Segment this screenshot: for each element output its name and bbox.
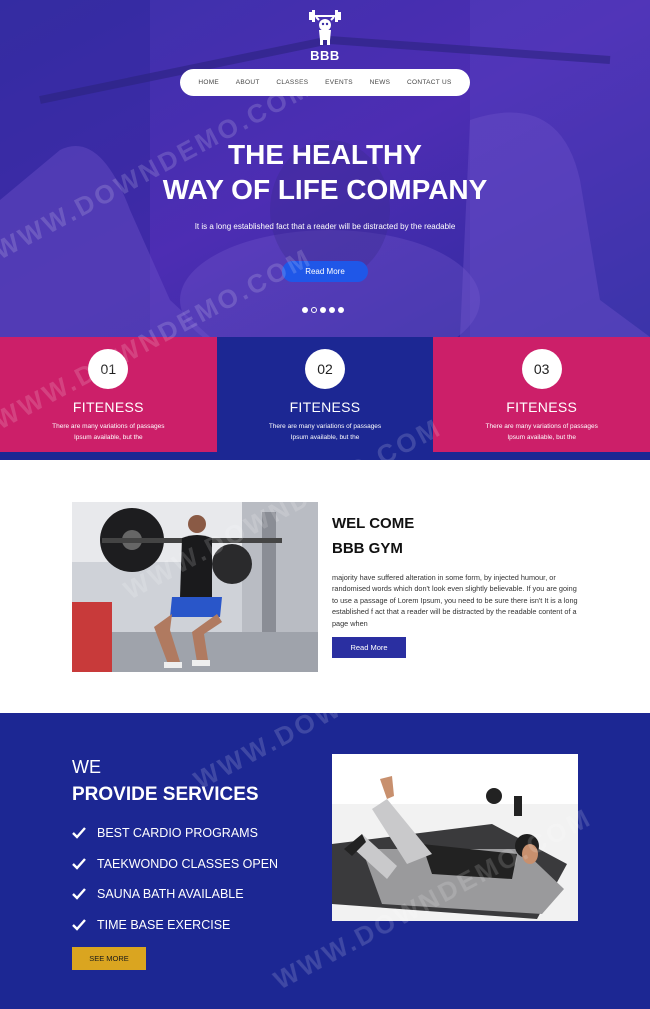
feature-text-line1: There are many variations of passages [52, 423, 165, 430]
brand-name: BBB [310, 48, 340, 63]
service-item-label: TIME BASE EXERCISE [97, 917, 231, 932]
feature-text-line2: Ipsum available, but the [290, 434, 360, 441]
feature-title: FITENESS [506, 399, 578, 415]
welcome-gym-name: BBB GYM [332, 540, 403, 557]
service-item-label: BEST CARDIO PROGRAMS [97, 826, 258, 841]
hero-title-line1: THE HEALTHY [228, 139, 422, 170]
service-item: BEST CARDIO PROGRAMS [72, 818, 278, 849]
slider-dot[interactable] [329, 307, 335, 313]
nav-news[interactable]: NEWS [370, 79, 391, 86]
feature-number: 02 [305, 349, 345, 389]
gym-squat-photo [72, 502, 318, 672]
feature-text: There are many variations of passages Ip… [433, 421, 650, 443]
feature-text: There are many variations of passages Ip… [0, 421, 217, 443]
check-icon [72, 888, 88, 900]
check-icon [72, 857, 88, 870]
slider-dot-active[interactable] [311, 307, 317, 313]
feature-number: 03 [521, 349, 562, 389]
check-icon [72, 918, 88, 931]
hero-read-more-button[interactable]: Read More [282, 261, 368, 282]
feature-text-line2: Ipsum available, but the [507, 434, 576, 441]
feature-card-2[interactable]: 02 FITENESS There are many variations of… [216, 337, 434, 452]
dumbbell-mascot-icon [309, 10, 341, 45]
services-section: WE PROVIDE SERVICES BEST CARDIO PROGRAMS… [0, 713, 650, 1009]
service-item: TAEKWONDO CLASSES OPEN [72, 849, 278, 880]
welcome-body: majority have suffered alteration in som… [332, 573, 578, 628]
service-item: SAUNA BATH AVAILABLE [72, 879, 278, 910]
nav-home[interactable]: HOME [198, 79, 219, 86]
service-item-label: TAEKWONDO CLASSES OPEN [97, 856, 279, 871]
hero-banner: BBB HOME ABOUT CLASSES EVENTS NEWS CONTA… [0, 0, 650, 337]
slider-dot[interactable] [338, 307, 344, 313]
service-item: TIME BASE EXERCISE [72, 910, 278, 941]
feature-text-line1: There are many variations of passages [268, 423, 382, 430]
main-nav: HOME ABOUT CLASSES EVENTS NEWS CONTACT U… [180, 69, 470, 96]
welcome-section: WEL COME BBB GYM majority have suffered … [0, 460, 650, 713]
nav-contact-us[interactable]: CONTACT US [407, 79, 452, 86]
services-heading: PROVIDE SERVICES [72, 784, 259, 805]
check-icon [72, 827, 88, 839]
feature-text: There are many variations of passages Ip… [217, 421, 434, 443]
feature-text-line2: Ipsum available, but the [74, 434, 143, 441]
features-strip: 01 FITENESS There are many variations of… [0, 337, 650, 452]
feature-text-line1: There are many variations of passages [485, 423, 598, 430]
services-heading-small: WE [72, 757, 101, 777]
welcome-heading: WEL COME [332, 515, 415, 532]
nav-events[interactable]: EVENTS [325, 79, 353, 86]
services-list: BEST CARDIO PROGRAMS TAEKWONDO CLASSES O… [72, 818, 278, 940]
welcome-read-more-button[interactable]: Read More [332, 637, 406, 658]
hero-title-line2: WAY OF LIFE COMPANY [162, 174, 488, 205]
hero-subtitle: It is a long established fact that a rea… [194, 222, 456, 231]
divider-bar [0, 452, 650, 460]
nav-about[interactable]: ABOUT [236, 79, 260, 86]
feature-title: FITENESS [289, 399, 361, 415]
slider-dots [302, 307, 344, 313]
feature-card-3[interactable]: 03 FITENESS There are many variations of… [433, 337, 650, 452]
service-item-label: SAUNA BATH AVAILABLE [97, 887, 244, 902]
floor-exercise-photo [332, 754, 578, 921]
brand-logo[interactable]: BBB [0, 8, 650, 63]
feature-card-1[interactable]: 01 FITENESS There are many variations of… [0, 337, 217, 452]
slider-dot[interactable] [302, 307, 308, 313]
feature-title: FITENESS [72, 399, 144, 415]
slider-dot[interactable] [320, 307, 326, 313]
see-more-button[interactable]: SEE MORE [72, 947, 146, 970]
nav-classes[interactable]: CLASSES [276, 79, 308, 86]
feature-number: 01 [88, 349, 129, 389]
